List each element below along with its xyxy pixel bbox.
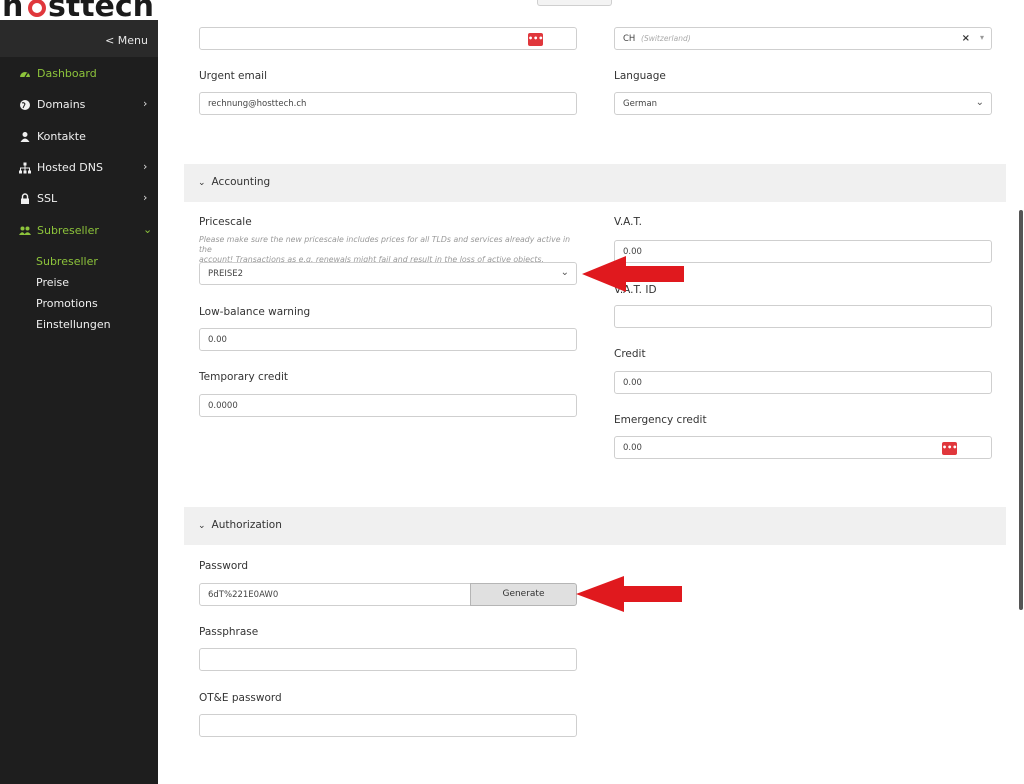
accounting-section-header[interactable]: ⌄ Accounting xyxy=(184,164,1006,202)
sidebar-item-dashboard[interactable]: Dashboard xyxy=(0,60,158,88)
sidebar-item-label: Dashboard xyxy=(37,67,97,80)
svg-text:h: h xyxy=(2,0,23,20)
chevron-right-icon: › xyxy=(143,97,148,110)
sidebar-item-label: Domains xyxy=(37,98,86,111)
svg-text:sttech: sttech xyxy=(48,0,154,20)
section-title: Authorization xyxy=(211,519,282,531)
more-options-button[interactable]: ••• xyxy=(528,33,543,46)
credit-input[interactable]: 0.00 xyxy=(614,371,992,394)
language-label: Language xyxy=(614,70,666,82)
chevron-down-icon: ⌄ xyxy=(560,267,569,278)
lock-icon xyxy=(21,193,29,204)
user-icon xyxy=(20,132,30,142)
sidebar-item-ssl[interactable]: SSL › xyxy=(0,185,158,213)
temporary-credit-input[interactable]: 0.0000 xyxy=(199,394,577,417)
urgent-email-label: Urgent email xyxy=(199,70,268,82)
passphrase-input[interactable] xyxy=(199,648,577,671)
chevron-right-icon: › xyxy=(143,191,148,204)
temporary-credit-label: Temporary credit xyxy=(199,371,289,383)
ote-password-label: OT&E password xyxy=(199,692,282,704)
more-options-button[interactable]: ••• xyxy=(942,442,957,455)
top-toolbar-button[interactable] xyxy=(537,0,612,6)
low-balance-label: Low-balance warning xyxy=(199,306,311,318)
credit-label: Credit xyxy=(614,348,646,360)
chevron-down-icon: ⌄ xyxy=(198,178,206,188)
menu-toggle-button[interactable]: < Menu xyxy=(0,20,158,57)
sidebar-item-hosted-dns[interactable]: Hosted DNS › xyxy=(0,154,158,182)
emergency-credit-label: Emergency credit xyxy=(614,414,707,426)
submenu-item-subreseller[interactable]: Subreseller xyxy=(36,255,98,268)
submenu-item-einstellungen[interactable]: Einstellungen xyxy=(36,318,111,331)
chevron-down-icon: ⌄ xyxy=(143,223,153,236)
authorization-section-header[interactable]: ⌄ Authorization xyxy=(184,507,1006,545)
submenu-item-promotions[interactable]: Promotions xyxy=(36,297,98,310)
sidebar-item-label: Subreseller xyxy=(37,224,99,237)
sitemap-icon xyxy=(19,162,31,174)
sidebar-item-label: Kontakte xyxy=(37,130,86,143)
language-value: German xyxy=(623,99,658,109)
caret-down-icon[interactable]: ▾ xyxy=(980,33,984,42)
section-title: Accounting xyxy=(211,176,271,188)
chevron-down-icon: ⌄ xyxy=(975,97,984,108)
brand-logo[interactable]: h sttech xyxy=(0,0,170,20)
urgent-email-input[interactable]: rechnung@hosttech.ch xyxy=(199,92,577,115)
ote-password-input[interactable] xyxy=(199,714,577,737)
vat-label: V.A.T. xyxy=(614,216,643,228)
low-balance-input[interactable]: 0.00 xyxy=(199,328,577,351)
pricescale-value: PREISE2 xyxy=(208,269,244,279)
country-value: CH xyxy=(623,34,636,44)
password-label: Password xyxy=(199,560,249,572)
pricescale-help-text: Please make sure the new pricescale incl… xyxy=(199,235,571,264)
annotation-arrow-icon xyxy=(582,256,684,292)
users-icon xyxy=(19,226,31,235)
emergency-credit-input[interactable]: 0.00 ••• xyxy=(614,436,992,459)
sidebar-item-label: Hosted DNS xyxy=(37,161,103,174)
clear-icon[interactable]: × xyxy=(962,33,970,44)
vat-id-input[interactable] xyxy=(614,305,992,328)
scrollbar-thumb[interactable] xyxy=(1019,210,1023,610)
generate-password-button[interactable]: Generate xyxy=(470,583,577,606)
chevron-right-icon: › xyxy=(143,160,148,173)
annotation-arrow-icon xyxy=(576,576,682,612)
passphrase-label: Passphrase xyxy=(199,626,259,638)
submenu-item-preise[interactable]: Preise xyxy=(36,276,69,289)
pricescale-select[interactable]: PREISE2 ⌄ xyxy=(199,262,577,285)
language-select[interactable]: German ⌄ xyxy=(614,92,992,115)
country-select[interactable]: CH (Switzerland) × ▾ xyxy=(614,27,992,50)
globe-icon xyxy=(20,100,30,110)
sidebar-item-label: SSL xyxy=(37,192,58,205)
emergency-credit-value: 0.00 xyxy=(623,443,642,453)
dashboard-icon xyxy=(20,72,30,78)
sidebar-item-subreseller[interactable]: Subreseller ⌄ xyxy=(0,217,158,245)
chevron-down-icon: ⌄ xyxy=(198,521,206,531)
pricescale-label: Pricescale xyxy=(199,216,252,228)
country-hint: (Switzerland) xyxy=(641,34,691,43)
sidebar-item-domains[interactable]: Domains › xyxy=(0,91,158,119)
sidebar-item-kontakte[interactable]: Kontakte xyxy=(0,123,158,151)
password-input[interactable]: 6dT%221E0AW0 xyxy=(199,583,471,606)
top-field-input[interactable]: ••• xyxy=(199,27,577,50)
